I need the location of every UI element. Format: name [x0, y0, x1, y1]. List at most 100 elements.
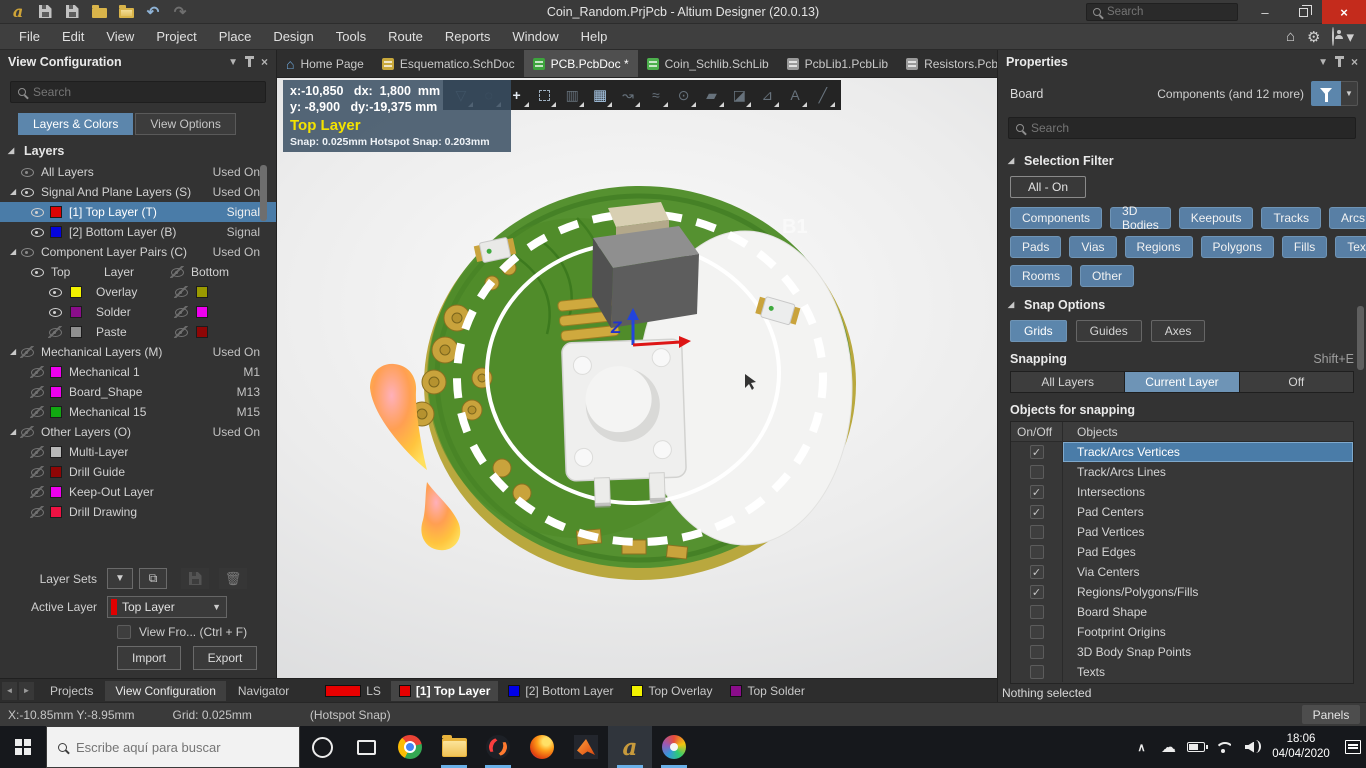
close-icon[interactable]: ×	[1351, 55, 1358, 69]
taskbar-search-input[interactable]	[76, 740, 288, 755]
view-from-checkbox[interactable]	[117, 625, 131, 639]
filter-dropdown-button[interactable]: ▼	[1341, 81, 1358, 106]
filter-arcs[interactable]: Arcs	[1329, 207, 1366, 229]
close-icon[interactable]: ×	[261, 55, 268, 69]
layer-row[interactable]: [1] Top Layer (T)Signal	[0, 202, 276, 222]
color-swatch[interactable]	[196, 306, 208, 318]
panel-tab-navigator[interactable]: Navigator	[228, 681, 299, 701]
settings-gear-icon[interactable]: ⚙	[1307, 28, 1320, 46]
snap-object-row[interactable]: Board Shape	[1011, 602, 1353, 622]
battery-icon[interactable]	[1182, 726, 1209, 768]
doc-tab-pcblib1-pcblib[interactable]: PcbLib1.PcbLib	[778, 50, 897, 77]
visibility-eye-icon[interactable]	[30, 506, 44, 518]
layer-tab-top-solder[interactable]: Top Solder	[722, 681, 812, 701]
cortana-icon[interactable]	[300, 726, 344, 768]
menu-file[interactable]: File	[8, 24, 51, 49]
visibility-eye-icon[interactable]	[48, 306, 62, 318]
snap-axes[interactable]: Axes	[1151, 320, 1206, 342]
global-search-input[interactable]	[1107, 6, 1231, 18]
layer-row[interactable]: Paste	[0, 322, 276, 342]
visibility-eye-icon[interactable]	[30, 446, 44, 458]
panels-button[interactable]: Panels	[1302, 705, 1360, 724]
doc-tab-pcb-pcbdoc-[interactable]: PCB.PcbDoc *	[524, 50, 638, 77]
place-component-icon[interactable]: ▦	[587, 82, 613, 108]
menu-tools[interactable]: Tools	[325, 24, 377, 49]
active-layer-select[interactable]: Top Layer ▼	[107, 596, 227, 618]
segment-off[interactable]: Off	[1240, 372, 1353, 392]
color-swatch[interactable]	[50, 406, 62, 418]
redo-icon[interactable]: ↷	[168, 2, 192, 22]
layer-row[interactable]: Overlay	[0, 282, 276, 302]
menu-window[interactable]: Window	[501, 24, 569, 49]
paint-app-icon[interactable]	[652, 726, 696, 768]
color-swatch[interactable]	[70, 306, 82, 318]
properties-search[interactable]	[1008, 117, 1356, 139]
layers-search-input[interactable]	[33, 85, 258, 99]
doc-tab-coin-schlib-schlib[interactable]: Coin_Schlib.SchLib	[638, 50, 778, 77]
checkbox[interactable]	[1030, 545, 1044, 559]
layer-row[interactable]: Keep-Out Layer	[0, 482, 276, 502]
layer-row[interactable]: Board_ShapeM13	[0, 382, 276, 402]
board-planning-icon[interactable]: ▥	[559, 82, 585, 108]
expand-arrow-icon[interactable]: ◢	[10, 248, 20, 256]
layer-row[interactable]: ◢Signal And Plane Layers (S)Used On	[0, 182, 276, 202]
filter-funnel-button[interactable]	[1311, 81, 1341, 106]
snap-object-row[interactable]: Pad Edges	[1011, 542, 1353, 562]
scrollbar-thumb[interactable]	[1357, 306, 1364, 370]
filter-fills[interactable]: Fills	[1282, 236, 1327, 258]
color-swatch[interactable]	[50, 446, 62, 458]
panel-tab-projects[interactable]: Projects	[40, 681, 103, 701]
color-swatch[interactable]	[70, 326, 82, 338]
visibility-eye-icon[interactable]	[30, 366, 44, 378]
start-button[interactable]	[0, 726, 46, 768]
filter-3d-bodies[interactable]: 3D Bodies	[1110, 207, 1171, 229]
filter-tracks[interactable]: Tracks	[1261, 207, 1321, 229]
matlab-icon[interactable]	[564, 726, 608, 768]
snap-object-row[interactable]: Track/Arcs Vertices	[1011, 442, 1353, 462]
layers-search[interactable]	[10, 81, 266, 103]
snap-object-row[interactable]: Regions/Polygons/Fills	[1011, 582, 1353, 602]
layer-row[interactable]: Drill Drawing	[0, 502, 276, 522]
snap-object-row[interactable]: Texts	[1011, 662, 1353, 682]
checkbox[interactable]	[1030, 645, 1044, 659]
visibility-eye-icon[interactable]	[20, 346, 34, 358]
save-all-icon[interactable]	[60, 2, 84, 22]
properties-search-input[interactable]	[1031, 121, 1348, 135]
visibility-eye-icon[interactable]	[30, 226, 44, 238]
import-button[interactable]: Import	[117, 646, 181, 670]
snap-object-row[interactable]: Via Centers	[1011, 562, 1353, 582]
layer-tab--1-top-layer[interactable]: [1] Top Layer	[391, 681, 498, 701]
pcb-3d-viewport[interactable]: Z B1 ▽◌+▥▦↝≈⊙▰◪⊿A╱ x:-10,850 dx: 1,800 m…	[277, 78, 997, 678]
segment-current-layer[interactable]: Current Layer	[1125, 372, 1239, 392]
filter-texts[interactable]: Texts	[1335, 236, 1366, 258]
visibility-eye-icon[interactable]	[30, 406, 44, 418]
color-swatch[interactable]	[50, 206, 62, 218]
open-icon[interactable]	[87, 2, 111, 22]
layer-tab-ls[interactable]: LS	[317, 681, 389, 701]
visibility-eye-icon[interactable]	[30, 386, 44, 398]
snap-object-row[interactable]: Pad Vertices	[1011, 522, 1353, 542]
color-swatch[interactable]	[50, 226, 62, 238]
filter-vias[interactable]: Vias	[1069, 236, 1116, 258]
color-swatch[interactable]	[196, 286, 208, 298]
save-layer-set-button[interactable]	[181, 568, 209, 589]
save-icon[interactable]	[33, 2, 57, 22]
file-explorer-icon[interactable]	[432, 726, 476, 768]
home-icon[interactable]: ⌂	[1286, 28, 1295, 45]
route-icon[interactable]: ↝	[615, 82, 641, 108]
interactive-tune-icon[interactable]: ≈	[643, 82, 669, 108]
checkbox[interactable]	[1030, 565, 1044, 579]
delete-layer-set-button[interactable]: 🗑	[219, 568, 247, 589]
visibility-eye-icon[interactable]	[48, 326, 62, 338]
layer-sets-dropdown-button[interactable]: ▼	[107, 568, 133, 589]
doc-tab-home-page[interactable]: ⌂Home Page	[277, 50, 373, 77]
expand-arrow-icon[interactable]: ◢	[10, 428, 20, 436]
chrome-icon[interactable]	[388, 726, 432, 768]
panel-dropdown-icon[interactable]: ▼	[228, 57, 238, 68]
tray-chevron-icon[interactable]: ∧	[1128, 726, 1155, 768]
tab-scroll-right-button[interactable]: ►	[19, 682, 34, 700]
opera-icon[interactable]	[476, 726, 520, 768]
menu-reports[interactable]: Reports	[434, 24, 502, 49]
all-on-button[interactable]: All - On	[1010, 176, 1086, 198]
visibility-eye-icon[interactable]	[48, 286, 62, 298]
